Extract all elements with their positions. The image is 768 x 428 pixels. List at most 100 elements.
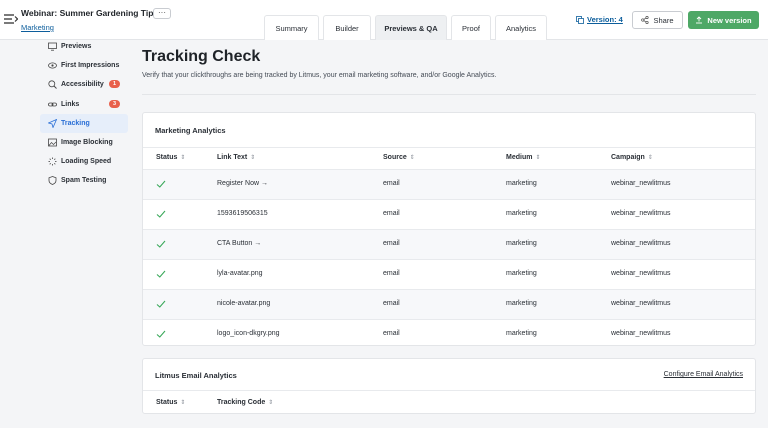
- email-title: Webinar: Summer Gardening Tips: [21, 8, 159, 18]
- litmus-email-analytics-card: Litmus Email Analytics Configure Email A…: [142, 358, 756, 414]
- column-header-source[interactable]: Source ⇕: [383, 154, 415, 161]
- medium-cell: marketing: [506, 240, 537, 247]
- sidebar-item-label: Accessibility: [61, 81, 104, 89]
- medium-cell: marketing: [506, 180, 537, 187]
- sidebar-item-accessibility[interactable]: Accessibility 1: [40, 75, 128, 94]
- links-count-badge: 3: [109, 99, 120, 108]
- source-cell: email: [383, 270, 400, 277]
- tab-analytics[interactable]: Analytics: [495, 15, 547, 40]
- version-label: Version: 4: [587, 15, 623, 24]
- table-row: lyla-avatar.png email marketing webinar_…: [143, 259, 755, 289]
- link-text-cell: nicole-avatar.png: [217, 300, 271, 307]
- accessibility-count-badge: 1: [109, 80, 120, 89]
- main-tabs: Summary Builder Previews & QA Proof Anal…: [264, 15, 547, 40]
- send-icon: [48, 118, 57, 128]
- column-label: Source: [383, 154, 407, 161]
- source-cell: email: [383, 210, 400, 217]
- tab-previews-qa[interactable]: Previews & QA: [375, 15, 447, 40]
- column-header-campaign[interactable]: Campaign ⇕: [611, 154, 653, 161]
- link-text-cell: Register Now →: [217, 180, 268, 187]
- magnifier-icon: [48, 80, 57, 90]
- sidebar-item-label: Tracking: [61, 119, 90, 127]
- column-label: Campaign: [611, 154, 645, 161]
- eye-icon: [48, 62, 57, 69]
- campaign-cell: webinar_newlitmus: [611, 180, 671, 187]
- column-header-medium[interactable]: Medium ⇕: [506, 154, 540, 161]
- sidebar-item-spam-testing[interactable]: Spam Testing: [40, 171, 128, 190]
- share-icon: [641, 16, 650, 24]
- table-row: Register Now → email marketing webinar_n…: [143, 169, 755, 199]
- column-label: Tracking Code: [217, 399, 266, 406]
- divider: [142, 94, 756, 95]
- page-description: Verify that your clickthroughs are being…: [142, 72, 497, 79]
- sidebar-item-label: Previews: [61, 43, 92, 50]
- medium-cell: marketing: [506, 330, 537, 337]
- sidebar: Previews First Impressions Accessibility…: [40, 37, 128, 191]
- shield-icon: [48, 176, 57, 186]
- column-header-tracking-code[interactable]: Tracking Code ⇕: [217, 399, 273, 406]
- sort-icon: ⇕: [535, 155, 541, 161]
- divider: [143, 390, 755, 391]
- collapse-menu-icon[interactable]: [4, 13, 18, 25]
- tab-builder[interactable]: Builder: [323, 15, 371, 40]
- link-text-cell: CTA Button →: [217, 240, 262, 247]
- column-label: Status: [156, 399, 178, 406]
- sidebar-item-label: Spam Testing: [61, 177, 107, 185]
- column-header-status[interactable]: Status ⇕: [156, 154, 185, 161]
- medium-cell: marketing: [506, 210, 537, 217]
- more-options-button[interactable]: ···: [153, 8, 171, 19]
- campaign-cell: webinar_newlitmus: [611, 210, 671, 217]
- source-cell: email: [383, 180, 400, 187]
- sidebar-item-label: Loading Speed: [61, 158, 112, 166]
- new-version-label: New version: [707, 15, 752, 25]
- version-link[interactable]: Version: 4: [576, 15, 623, 24]
- check-icon: [156, 210, 166, 218]
- check-icon: [156, 270, 166, 278]
- sidebar-item-image-blocking[interactable]: Image Blocking: [40, 133, 128, 152]
- link-text-cell: logo_icon-dkgry.png: [217, 330, 280, 337]
- campaign-cell: webinar_newlitmus: [611, 270, 671, 277]
- campaign-cell: webinar_newlitmus: [611, 240, 671, 247]
- sort-icon: ⇕: [180, 400, 186, 406]
- sidebar-item-previews[interactable]: Previews: [40, 37, 128, 56]
- check-icon: [156, 300, 166, 308]
- column-header-status[interactable]: Status ⇕: [156, 399, 185, 406]
- marketing-analytics-card: Marketing Analytics Status ⇕ Link Text ⇕ S…: [142, 112, 756, 346]
- tab-proof[interactable]: Proof: [451, 15, 491, 40]
- sort-icon: ⇕: [268, 400, 274, 406]
- source-cell: email: [383, 330, 400, 337]
- check-icon: [156, 240, 166, 248]
- card-title: Litmus Email Analytics: [155, 371, 237, 380]
- campaign-cell: webinar_newlitmus: [611, 330, 671, 337]
- share-label: Share: [653, 15, 674, 25]
- sidebar-item-tracking[interactable]: Tracking: [40, 113, 128, 133]
- column-label: Status: [156, 154, 178, 161]
- source-cell: email: [383, 300, 400, 307]
- configure-email-analytics-link[interactable]: Configure Email Analytics: [664, 371, 743, 378]
- sort-icon: ⇕: [647, 155, 653, 161]
- share-button[interactable]: Share: [632, 11, 683, 29]
- sidebar-item-first-impressions[interactable]: First Impressions: [40, 56, 128, 75]
- link-text-cell: 1593619506315: [217, 210, 268, 217]
- copy-icon: [576, 15, 584, 24]
- sidebar-item-label: First Impressions: [61, 62, 120, 70]
- card-title: Marketing Analytics: [155, 126, 226, 135]
- tab-summary[interactable]: Summary: [264, 15, 319, 40]
- sort-icon: ⇕: [250, 155, 256, 161]
- link-icon: [48, 102, 57, 106]
- table-row: logo_icon-dkgry.png email marketing webi…: [143, 319, 755, 346]
- sidebar-item-label: Image Blocking: [61, 138, 113, 146]
- sidebar-item-links[interactable]: Links 3: [40, 95, 128, 114]
- check-icon: [156, 330, 166, 338]
- column-header-link-text[interactable]: Link Text ⇕: [217, 154, 255, 161]
- sidebar-item-loading-speed[interactable]: Loading Speed: [40, 152, 128, 171]
- new-version-button[interactable]: New version: [688, 11, 759, 29]
- table-row: nicole-avatar.png email marketing webina…: [143, 289, 755, 319]
- table-row: 1593619506315 email marketing webinar_ne…: [143, 199, 755, 229]
- breadcrumb-marketing[interactable]: Marketing: [21, 23, 54, 32]
- campaign-cell: webinar_newlitmus: [611, 300, 671, 307]
- sidebar-item-label: Links: [61, 100, 80, 108]
- check-icon: [156, 180, 166, 188]
- monitor-icon: [48, 42, 57, 51]
- medium-cell: marketing: [506, 270, 537, 277]
